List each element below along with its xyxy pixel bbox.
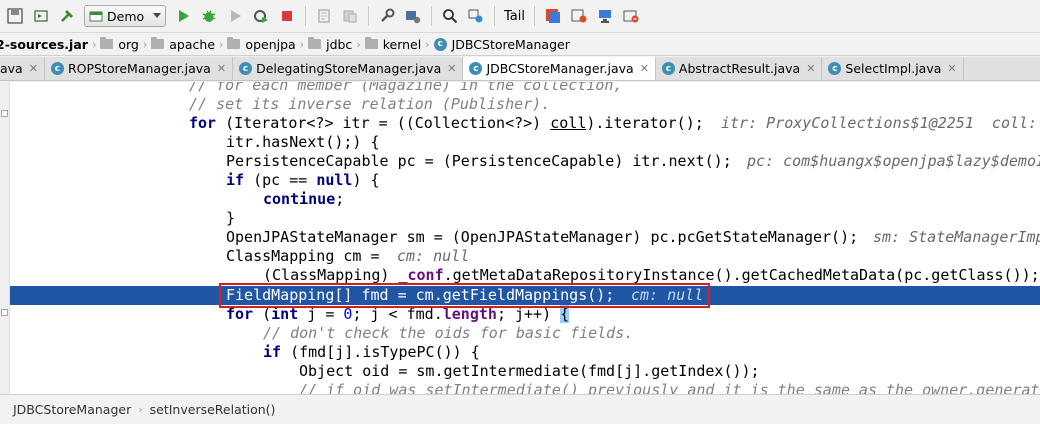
- toolbar-separator: [533, 6, 535, 26]
- project-settings-icon[interactable]: [402, 5, 424, 27]
- code-line[interactable]: if (pc == null) {: [0, 171, 1040, 190]
- run-configuration-select[interactable]: Demo: [84, 5, 166, 27]
- breadcrumb-separator-icon: ›: [91, 37, 97, 51]
- run-configuration-label: Demo: [107, 8, 145, 24]
- debug-icon[interactable]: [198, 5, 220, 27]
- breadcrumb-separator-icon: ›: [142, 37, 148, 51]
- run-config-icon: [89, 11, 103, 22]
- editor-breadcrumb-bar: JDBCStoreManager › setInverseRelation(): [0, 394, 1040, 424]
- code-line[interactable]: continue;: [0, 190, 1040, 209]
- structure-icon[interactable]: [465, 5, 487, 27]
- sdk-icon[interactable]: [339, 5, 361, 27]
- capture-icon[interactable]: [620, 5, 642, 27]
- close-icon[interactable]: ✕: [217, 62, 226, 75]
- code-line[interactable]: // if oid was setIntermediate() previous…: [0, 381, 1040, 394]
- tab-jdbcstoremanager[interactable]: c JDBCStoreManager.java ✕: [463, 57, 656, 80]
- toolbar-separator: [494, 6, 495, 26]
- persistence-icon[interactable]: [568, 5, 590, 27]
- close-icon[interactable]: ✕: [947, 62, 956, 75]
- statusbar-method[interactable]: setInverseRelation(): [150, 402, 276, 417]
- code-line[interactable]: ClassMapping cm = cm: null: [0, 247, 1040, 266]
- chevron-down-icon: [153, 13, 161, 18]
- remote-hosts-icon[interactable]: [594, 5, 616, 27]
- code-line[interactable]: Object oid = sm.getIntermediate(fmd[j].g…: [0, 362, 1040, 381]
- breadcrumb-separator-icon: ›: [299, 37, 305, 51]
- settings-wrench-icon[interactable]: [376, 5, 398, 27]
- breadcrumb-jar[interactable]: 2-sources.jar: [0, 37, 88, 52]
- class-icon: c: [469, 62, 483, 75]
- folder-icon: [227, 37, 241, 49]
- breadcrumb-package-jdbc[interactable]: jdbc: [308, 37, 352, 52]
- breadcrumb-separator-icon: ›: [425, 37, 430, 51]
- tab-ava[interactable]: ava ✕: [0, 57, 45, 80]
- code-editor[interactable]: // for each member (Magazine) in the col…: [0, 82, 1040, 394]
- close-icon[interactable]: ✕: [806, 62, 815, 75]
- main-toolbar: Demo Tail: [0, 0, 1040, 33]
- debug-inline-value: sm: StateManagerImp: [873, 228, 1040, 246]
- breadcrumb-package-org[interactable]: org: [100, 37, 139, 52]
- breadcrumb-separator-icon: ›: [356, 37, 361, 51]
- toolbar-separator: [368, 6, 369, 26]
- code-line[interactable]: // for each member (Magazine) in the col…: [0, 82, 1040, 95]
- debug-inline-value: itr: ProxyCollections$1@2251 coll:: [721, 114, 1040, 132]
- class-icon: c: [50, 62, 64, 75]
- search-icon[interactable]: [439, 5, 461, 27]
- fold-icon[interactable]: [1, 309, 8, 316]
- debug-inline-value: cm: null: [397, 247, 470, 265]
- folder-icon: [100, 37, 114, 49]
- code-line[interactable]: itr.hasNext();) {: [0, 133, 1040, 152]
- tab-abstractresult[interactable]: c AbstractResult.java ✕: [655, 57, 823, 80]
- toolbar-separator: [305, 6, 306, 26]
- class-icon: c: [433, 37, 447, 51]
- navigation-breadcrumb: 2-sources.jar › org › apache › openjpa ›…: [0, 33, 1040, 56]
- folder-icon: [308, 37, 322, 49]
- save-all-icon[interactable]: [4, 5, 26, 27]
- breadcrumb-class[interactable]: c JDBCStoreManager: [433, 37, 570, 52]
- code-line[interactable]: OpenJPAStateManager sm = (OpenJPAStateMa…: [0, 228, 1040, 247]
- class-icon: c: [661, 62, 675, 75]
- close-icon[interactable]: ✕: [640, 62, 649, 75]
- annotation-highlight-box: [219, 283, 710, 308]
- code-line[interactable]: for (Iterator<?> itr = ((Collection<?>) …: [0, 114, 1040, 133]
- editor-tabs: ava ✕ c ROPStoreManager.java ✕ c Delegat…: [0, 57, 1040, 81]
- debug-inline-value: pc: com$huangx$openjpa$lazy$demoI: [747, 152, 1040, 170]
- sync-icon[interactable]: [30, 5, 52, 27]
- code-line[interactable]: PersistenceCapable pc = (PersistenceCapa…: [0, 152, 1040, 171]
- stop-icon[interactable]: [276, 5, 298, 27]
- project-structure-icon[interactable]: [313, 5, 335, 27]
- breadcrumb-separator-icon: ›: [219, 37, 224, 51]
- tab-selectimpl[interactable]: c SelectImpl.java ✕: [822, 57, 964, 80]
- run-coverage-icon[interactable]: [224, 5, 246, 27]
- run-icon[interactable]: [172, 5, 194, 27]
- toolbar-separator: [431, 6, 432, 26]
- breadcrumb-package-openjpa[interactable]: openjpa: [227, 37, 296, 52]
- code-line[interactable]: // set its inverse relation (Publisher).: [0, 95, 1040, 114]
- database-icon[interactable]: [542, 5, 564, 27]
- build-hammer-icon[interactable]: [56, 5, 78, 27]
- tab-ropstoremanager[interactable]: c ROPStoreManager.java ✕: [44, 57, 234, 80]
- folder-icon: [151, 37, 165, 49]
- fold-icon[interactable]: [1, 110, 8, 117]
- class-icon: c: [828, 62, 842, 75]
- code-line[interactable]: }: [0, 209, 1040, 228]
- editor-gutter[interactable]: [0, 82, 10, 394]
- tab-delegatingstoremanager[interactable]: c DelegatingStoreManager.java ✕: [233, 57, 464, 80]
- code-line[interactable]: if (fmd[j].isTypePC()) {: [0, 343, 1040, 362]
- breadcrumb-package-kernel[interactable]: kernel: [364, 37, 421, 52]
- code-line[interactable]: // don't check the oids for basic fields…: [0, 324, 1040, 343]
- statusbar-class[interactable]: JDBCStoreManager: [13, 402, 131, 417]
- close-icon[interactable]: ✕: [29, 62, 38, 75]
- class-icon: c: [239, 62, 253, 75]
- tail-button[interactable]: Tail: [500, 9, 529, 24]
- breadcrumb-package-apache[interactable]: apache: [151, 37, 215, 52]
- breadcrumb-separator-icon: ›: [138, 403, 143, 416]
- close-icon[interactable]: ✕: [447, 62, 456, 75]
- folder-icon: [364, 37, 378, 49]
- profile-icon[interactable]: [250, 5, 272, 27]
